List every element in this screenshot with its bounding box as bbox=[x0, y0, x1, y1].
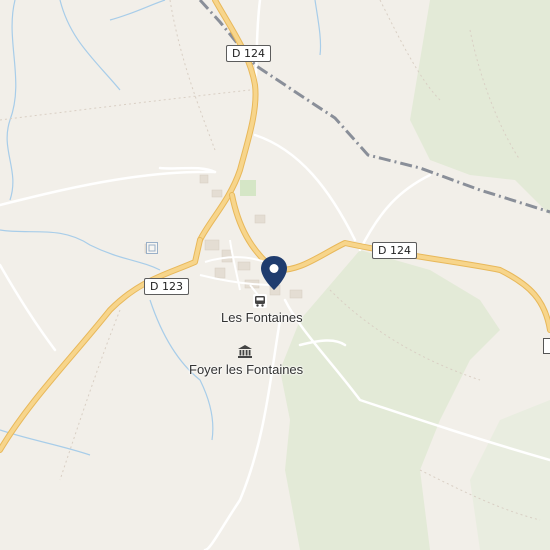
forest-area bbox=[410, 0, 550, 215]
forest-area bbox=[470, 400, 550, 550]
road-shield-d124-east: D 124 bbox=[372, 242, 417, 259]
road-shield-d124-north: D 124 bbox=[226, 45, 271, 62]
map-canvas[interactable]: D 124 D 124 D 123 Les Fontaines Foyer le… bbox=[0, 0, 550, 550]
bus-stop-icon[interactable] bbox=[253, 294, 267, 308]
forest-area bbox=[280, 250, 500, 550]
road-shield-d123: D 123 bbox=[144, 278, 189, 295]
place-label-foyer-les-fontaines[interactable]: Foyer les Fontaines bbox=[189, 362, 303, 377]
offscreen-marker[interactable] bbox=[543, 338, 550, 354]
building-icon bbox=[146, 242, 158, 254]
museum-icon[interactable] bbox=[238, 345, 252, 358]
location-pin-icon[interactable] bbox=[261, 256, 287, 290]
place-label-les-fontaines[interactable]: Les Fontaines bbox=[221, 310, 303, 325]
park-area bbox=[240, 180, 256, 196]
